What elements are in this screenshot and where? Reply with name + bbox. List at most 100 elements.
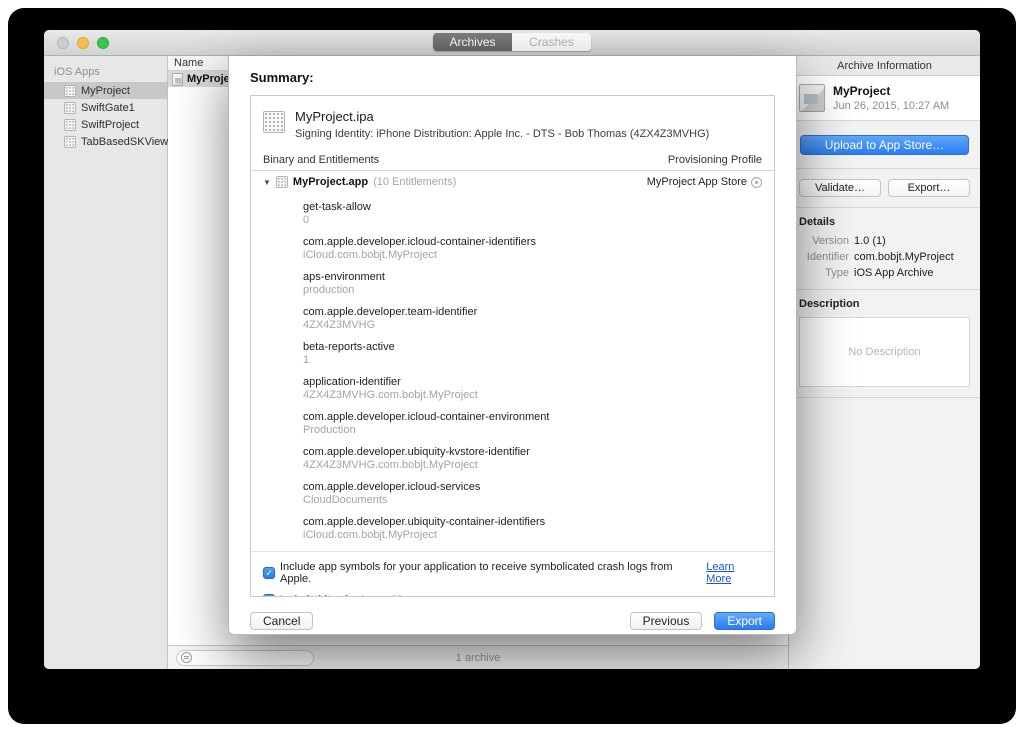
archive-count-label: 1 archive	[168, 652, 788, 664]
no-description-label: No Description	[848, 346, 920, 358]
provisioning-profile-name: MyProject App Store	[647, 176, 747, 188]
archive-package-icon	[799, 84, 825, 112]
option-label: Include bitcode.	[280, 594, 357, 597]
entitlement-count: (10 Entitlements)	[373, 176, 456, 188]
entitlement-key: com.apple.developer.icloud-services	[303, 481, 762, 493]
entitlement-value: 0	[303, 214, 762, 226]
apps-sidebar: iOS Apps MyProject SwiftGate1 SwiftProje…	[44, 56, 168, 669]
sheet-footer: Cancel Previous Export	[250, 612, 775, 630]
details-header: Details	[799, 216, 970, 228]
entitlements-list: get-task-allow 0 com.apple.developer.icl…	[251, 192, 774, 551]
description-header: Description	[799, 298, 970, 310]
detail-value-version: 1.0 (1)	[854, 235, 970, 247]
checkbox-checked-icon[interactable]: ✓	[263, 567, 275, 579]
entitlement-item: com.apple.developer.ubiquity-kvstore-ide…	[303, 446, 762, 471]
export-sheet: Summary: MyProject.ipa Signing Identity:…	[228, 56, 797, 635]
entitlement-key: get-task-allow	[303, 201, 762, 213]
entitlement-value: Production	[303, 424, 762, 436]
provisioning-profile-header: Provisioning Profile	[668, 154, 762, 166]
package-name: MyProject.ipa	[295, 109, 709, 124]
sidebar-item-swiftgate1[interactable]: SwiftGate1	[44, 99, 167, 116]
disclosure-triangle-icon[interactable]: ▼	[263, 178, 271, 187]
option-label: Include app symbols for your application…	[280, 561, 702, 585]
minimize-button[interactable]	[77, 37, 89, 49]
app-icon	[263, 111, 285, 133]
entitlement-value: 4ZX4Z3MVHG.com.bobjt.MyProject	[303, 459, 762, 471]
detail-value-type: iOS App Archive	[854, 267, 970, 279]
entitlement-value: 1	[303, 354, 762, 366]
export-button[interactable]: Export	[714, 612, 775, 630]
include-app-symbols-option[interactable]: ✓ Include app symbols for your applicati…	[263, 561, 762, 585]
entitlement-item: com.apple.developer.icloud-container-env…	[303, 411, 762, 436]
detail-label: Version	[799, 235, 849, 247]
archive-name: MyProject	[833, 84, 949, 98]
entitlement-key: com.apple.developer.ubiquity-container-i…	[303, 516, 762, 528]
app-binary-row[interactable]: ▼ MyProject.app (10 Entitlements) MyProj…	[251, 171, 774, 192]
cancel-button[interactable]: Cancel	[250, 612, 313, 630]
traffic-lights	[57, 37, 109, 49]
divider	[789, 397, 980, 398]
profile-gear-icon[interactable]	[751, 177, 762, 188]
archive-doc-icon	[172, 73, 183, 86]
app-binary-name: MyProject.app	[293, 176, 368, 188]
entitlement-item: com.apple.developer.team-identifier 4ZX4…	[303, 306, 762, 331]
entitlement-value: CloudDocuments	[303, 494, 762, 506]
detail-label: Type	[799, 267, 849, 279]
entitlement-item: application-identifier 4ZX4Z3MVHG.com.bo…	[303, 376, 762, 401]
sidebar-item-myproject[interactable]: MyProject	[44, 82, 167, 99]
sidebar-item-tabbasedskview[interactable]: TabBasedSKView…	[44, 133, 167, 150]
column-headers: Binary and Entitlements Provisioning Pro…	[251, 152, 774, 171]
divider	[789, 168, 980, 169]
app-icon	[64, 102, 76, 114]
entitlement-key: com.apple.developer.icloud-container-ide…	[303, 236, 762, 248]
binary-entitlements-header: Binary and Entitlements	[263, 154, 379, 166]
learn-more-link[interactable]: Learn More	[361, 594, 417, 597]
previous-button[interactable]: Previous	[630, 612, 703, 630]
archive-inspector: Archive Information MyProject Jun 26, 20…	[788, 56, 980, 669]
entitlement-key: com.apple.developer.icloud-container-env…	[303, 411, 762, 423]
close-button[interactable]	[57, 37, 69, 49]
entitlement-key: beta-reports-active	[303, 341, 762, 353]
archive-date: Jun 26, 2015, 10:27 AM	[833, 100, 949, 112]
entitlement-key: aps-environment	[303, 271, 762, 283]
app-icon	[276, 176, 288, 188]
entitlement-item: com.apple.developer.icloud-services Clou…	[303, 481, 762, 506]
app-icon	[64, 136, 76, 148]
include-bitcode-option[interactable]: ✓ Include bitcode. Learn More	[263, 594, 762, 597]
learn-more-link[interactable]: Learn More	[706, 561, 762, 585]
zoom-button[interactable]	[97, 37, 109, 49]
sidebar-item-label: MyProject	[81, 85, 130, 97]
entitlement-value: production	[303, 284, 762, 296]
package-header: MyProject.ipa Signing Identity: iPhone D…	[251, 96, 774, 152]
entitlement-key: com.apple.developer.ubiquity-kvstore-ide…	[303, 446, 762, 458]
sidebar-item-swiftproject[interactable]: SwiftProject	[44, 116, 167, 133]
upload-to-app-store-button[interactable]: Upload to App Store…	[800, 135, 969, 155]
status-bar: 1 archive	[168, 645, 788, 669]
sheet-title: Summary:	[250, 70, 775, 85]
entitlement-key: com.apple.developer.team-identifier	[303, 306, 762, 318]
description-box[interactable]: No Description	[799, 317, 970, 387]
sidebar-item-label: SwiftGate1	[81, 102, 135, 114]
tab-archives[interactable]: Archives	[433, 33, 512, 51]
sidebar-group-header: iOS Apps	[44, 64, 167, 82]
organizer-window: Archives Crashes iOS Apps MyProject Swif…	[44, 30, 980, 669]
tab-crashes[interactable]: Crashes	[512, 33, 591, 51]
entitlement-item: com.apple.developer.ubiquity-container-i…	[303, 516, 762, 541]
details-section: Details Version 1.0 (1) Identifier com.b…	[789, 208, 980, 289]
entitlement-item: com.apple.developer.icloud-container-ide…	[303, 236, 762, 261]
entitlement-item: aps-environment production	[303, 271, 762, 296]
export-archive-button[interactable]: Export…	[888, 179, 970, 197]
entitlement-key: application-identifier	[303, 376, 762, 388]
entitlement-value: 4ZX4Z3MVHG.com.bobjt.MyProject	[303, 389, 762, 401]
sidebar-item-label: TabBasedSKView…	[81, 136, 179, 148]
detail-value-identifier: com.bobjt.MyProject	[854, 251, 970, 263]
signing-identity: Signing Identity: iPhone Distribution: A…	[295, 128, 709, 140]
detail-label: Identifier	[799, 251, 849, 263]
export-options: ✓ Include app symbols for your applicati…	[251, 552, 774, 597]
checkbox-checked-icon[interactable]: ✓	[263, 594, 275, 597]
validate-button[interactable]: Validate…	[799, 179, 881, 197]
sidebar-item-label: SwiftProject	[81, 119, 139, 131]
app-icon	[64, 85, 76, 97]
screenshot-stage: Archives Crashes iOS Apps MyProject Swif…	[0, 0, 1024, 732]
summary-box: MyProject.ipa Signing Identity: iPhone D…	[250, 95, 775, 597]
